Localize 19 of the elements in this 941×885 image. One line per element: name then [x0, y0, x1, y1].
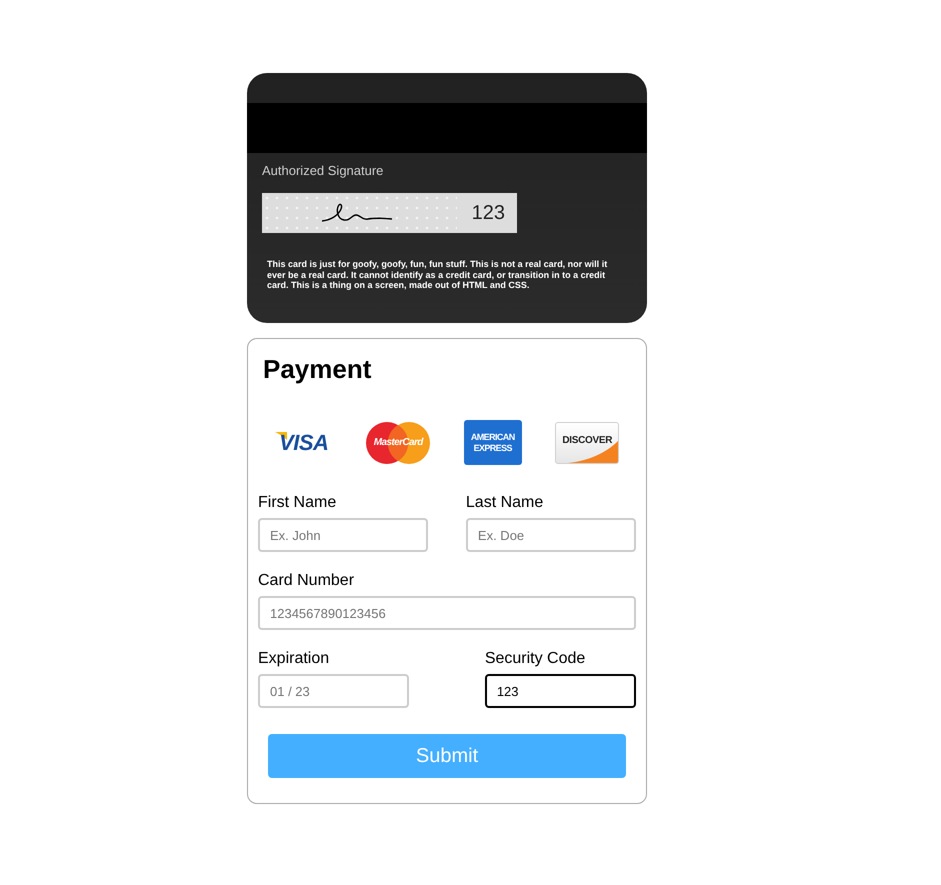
field-label: Last Name — [466, 494, 544, 512]
input-field[interactable]: 01 / 23 — [258, 674, 410, 708]
card-brand-logo: DISCOVER — [555, 422, 620, 464]
field-label: Security Code — [484, 650, 586, 668]
cvv-text: 123 — [470, 201, 506, 225]
disclaimer-text: This card is just for goofy, goofy, fun, fun stuff. This is not a real card, nor will it ever be a real card. It cannot identify as a credit card, or transition in to a credit card. This is a thing on a screen, made out of HTML and CSS. — [267, 259, 608, 290]
input-field[interactable]: Ex. Doe — [466, 518, 636, 552]
field-label: Expiration — [258, 650, 330, 668]
card-brand-logo: AMERICAN EXPRESS — [464, 420, 522, 465]
input-field[interactable]: Ex. John — [258, 518, 428, 552]
card-brand-logo: VISA — [274, 428, 333, 458]
input-field[interactable]: 1234567890123456 — [258, 596, 636, 630]
field-label: Card Number — [258, 572, 354, 590]
card-brand-logo: MasterCard — [366, 420, 430, 464]
signature-scribble-icon — [322, 203, 392, 223]
form-title: Payment — [263, 354, 372, 384]
signature-label: Authorized Signature — [262, 163, 384, 178]
field-label: First Name — [258, 494, 336, 512]
input-field[interactable]: 123 — [484, 674, 636, 708]
